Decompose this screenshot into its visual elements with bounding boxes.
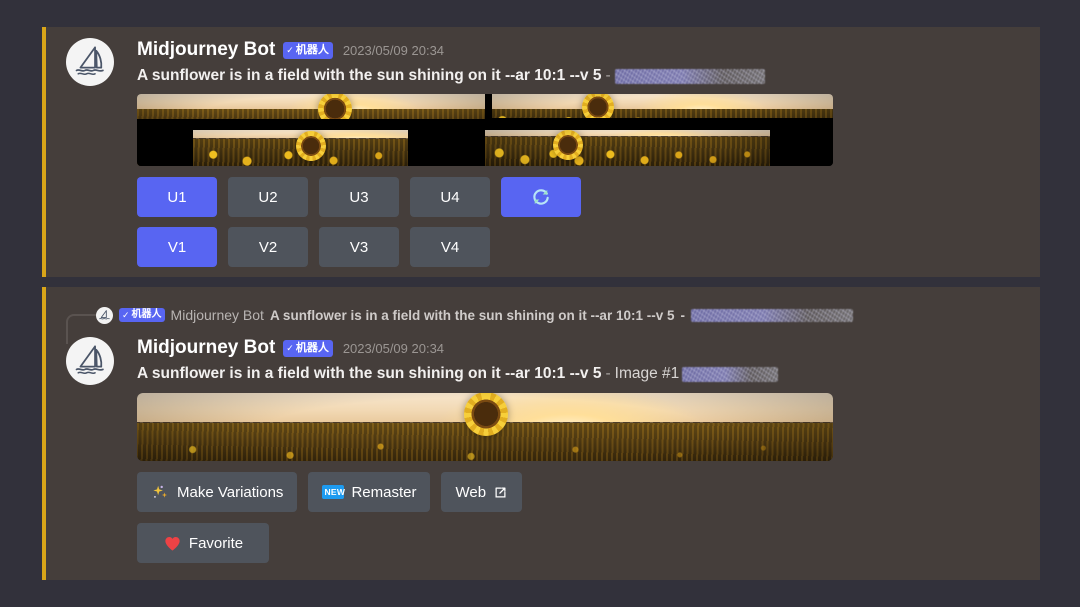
variation-button-v3[interactable]: V3	[319, 227, 399, 267]
timestamp: 2023/05/09 20:34	[342, 42, 445, 58]
avatar[interactable]	[66, 38, 114, 86]
upscale-button-u1[interactable]: U1	[137, 177, 217, 217]
upscale-button-u4[interactable]: U4	[410, 177, 490, 217]
reply-separator: -	[680, 307, 685, 323]
prompt-line-2: A sunflower is in a field with the sun s…	[137, 365, 779, 383]
prompt-text: A sunflower is in a field with the sun s…	[137, 365, 602, 382]
upscale-button-u2[interactable]: U2	[228, 177, 308, 217]
redacted-username	[614, 68, 765, 84]
variation-button-v1[interactable]: V1	[137, 227, 217, 267]
variation-button-row: V1 V2 V3 V4	[137, 227, 490, 267]
message-header-1: Midjourney Bot ✓ 机器人 2023/05/09 20:34	[137, 39, 444, 61]
timestamp: 2023/05/09 20:34	[342, 340, 445, 356]
image-action-button-row: Make Variations NEW Remaster Web	[137, 472, 523, 512]
image-cell-2[interactable]	[485, 94, 833, 130]
image-cell-4[interactable]	[485, 130, 833, 166]
favorite-button[interactable]: Favorite	[137, 523, 269, 563]
heart-icon	[163, 534, 182, 553]
generated-image-upscaled[interactable]	[137, 393, 833, 461]
bot-badge-label: 机器人	[295, 43, 329, 56]
avatar[interactable]	[66, 337, 114, 385]
web-label: Web	[455, 483, 487, 501]
prompt-separator: -	[605, 365, 611, 382]
refresh-icon	[531, 187, 551, 207]
image-cell-3[interactable]	[137, 130, 485, 166]
reply-message-text: A sunflower is in a field with the sun s…	[269, 307, 675, 323]
variation-button-v2[interactable]: V2	[228, 227, 308, 267]
remaster-button[interactable]: NEW Remaster	[308, 472, 431, 512]
reply-bot-badge: ✓ 机器人	[119, 308, 165, 322]
variation-button-v4[interactable]: V4	[410, 227, 490, 267]
new-badge-icon: NEW	[322, 485, 346, 499]
make-variations-label: Make Variations	[177, 483, 284, 501]
make-variations-button[interactable]: Make Variations	[137, 472, 298, 512]
generated-image-grid[interactable]	[137, 94, 833, 166]
remaster-label: Remaster	[351, 483, 417, 501]
reroll-button[interactable]	[501, 177, 581, 217]
discord-midjourney-screenshot: Midjourney Bot ✓ 机器人 2023/05/09 20:34 A …	[0, 0, 1080, 607]
author-name[interactable]: Midjourney Bot	[137, 39, 275, 61]
author-name[interactable]: Midjourney Bot	[137, 337, 275, 359]
image-index-label: Image #1	[614, 365, 680, 382]
verified-check-icon: ✓	[286, 342, 294, 353]
bot-badge: ✓ 机器人	[283, 339, 333, 357]
reply-reference[interactable]: ✓ 机器人 Midjourney Bot A sunflower is in a…	[96, 305, 853, 325]
verified-check-icon: ✓	[122, 309, 130, 320]
favorite-label: Favorite	[188, 534, 244, 552]
midjourney-sailboat-icon	[72, 44, 108, 80]
bot-badge-label: 机器人	[295, 341, 329, 354]
prompt-separator: -	[605, 67, 611, 84]
image-cell-1[interactable]	[137, 94, 485, 130]
message-header-2: Midjourney Bot ✓ 机器人 2023/05/09 20:34	[137, 337, 444, 359]
prompt-line-1: A sunflower is in a field with the sun s…	[137, 67, 765, 85]
midjourney-sailboat-icon	[96, 306, 113, 324]
web-button[interactable]: Web	[441, 472, 523, 512]
verified-check-icon: ✓	[286, 44, 294, 55]
prompt-text: A sunflower is in a field with the sun s…	[137, 67, 602, 84]
favorite-button-row: Favorite	[137, 523, 269, 563]
sparkles-icon	[151, 483, 170, 502]
redacted-username	[682, 366, 779, 382]
reply-redacted-username	[690, 308, 853, 322]
reply-bot-badge-label: 机器人	[131, 309, 162, 320]
reply-author-name[interactable]: Midjourney Bot	[171, 307, 264, 323]
image-quad	[137, 94, 833, 166]
midjourney-sailboat-icon	[72, 343, 108, 379]
upscale-button-u3[interactable]: U3	[319, 177, 399, 217]
upscale-button-row: U1 U2 U3 U4	[137, 177, 581, 217]
bot-badge: ✓ 机器人	[283, 41, 333, 59]
external-link-icon	[493, 485, 508, 500]
